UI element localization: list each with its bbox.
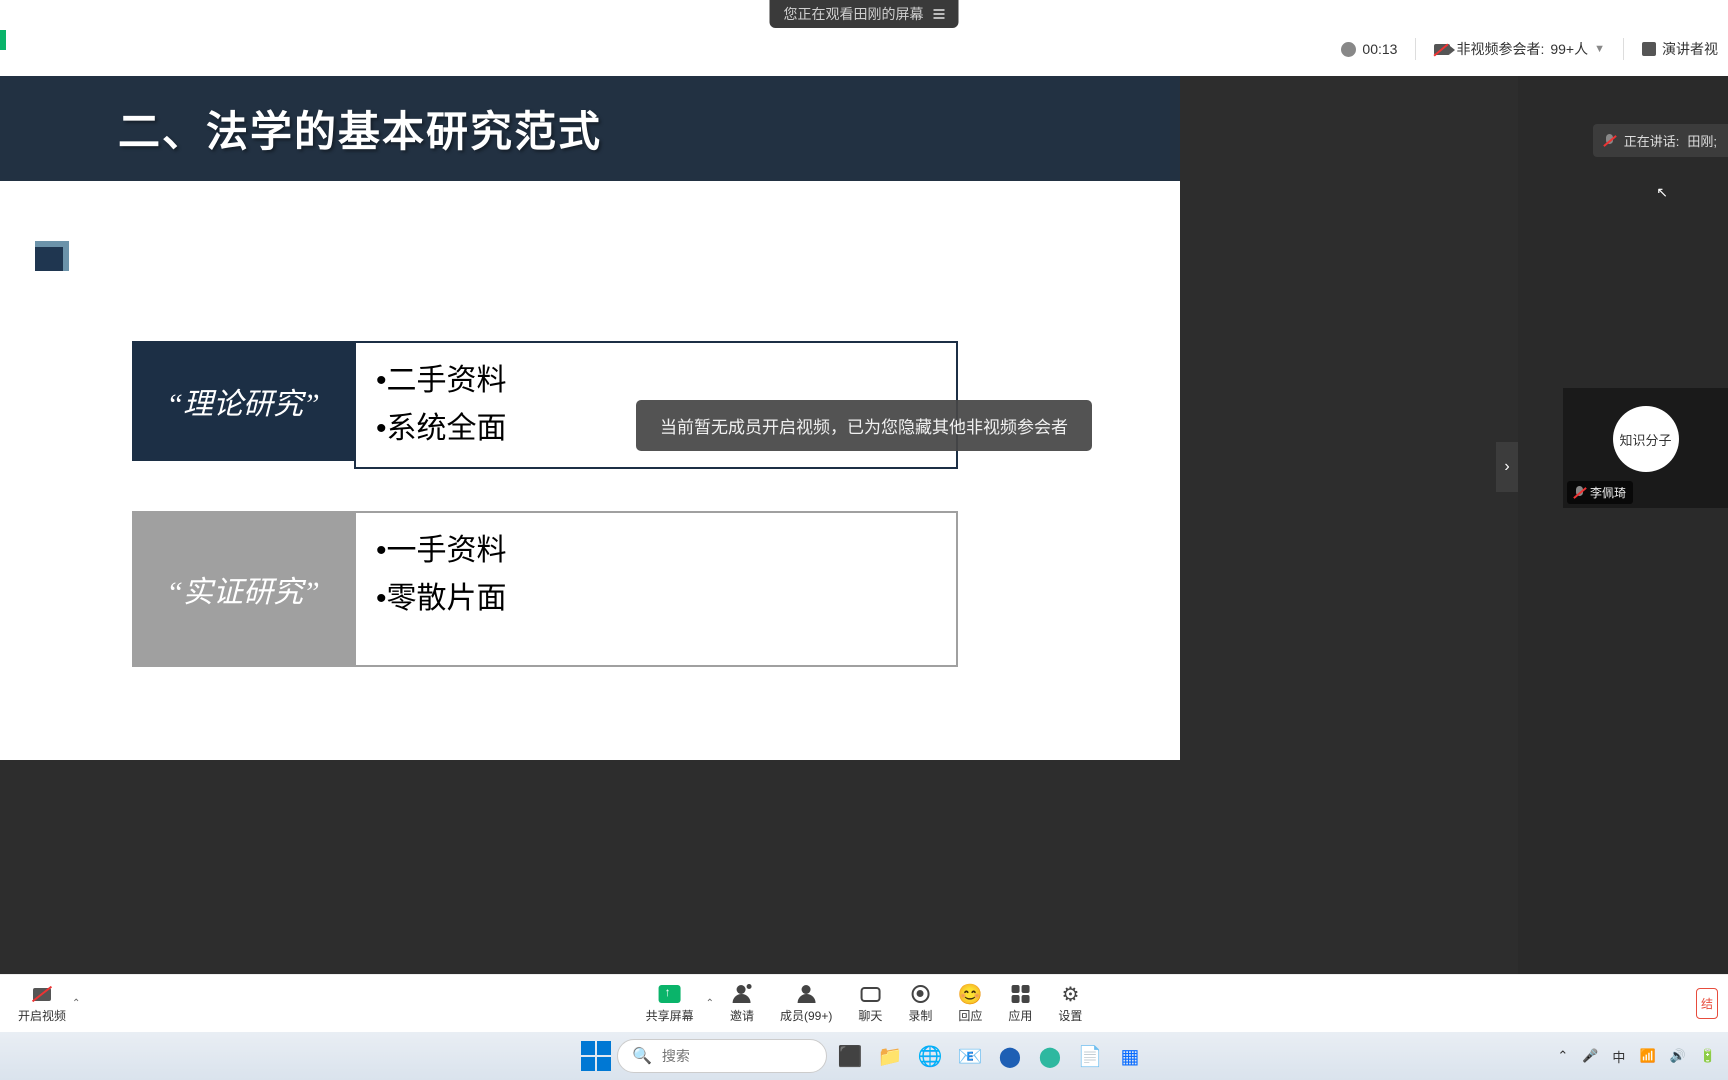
participants-count: 99+人 — [1550, 39, 1588, 59]
chat-button[interactable]: 聊天 — [848, 983, 892, 1024]
members-button[interactable]: 成员(99+) — [770, 983, 842, 1024]
tray-chevron[interactable]: ⌃ — [1557, 1048, 1568, 1064]
reactions-button[interactable]: 😊 回应 — [948, 983, 992, 1024]
meeting-controls: 开启视频 ⌃ 共享屏幕 ⌃ 邀请 成员(99+) 聊天 录制 — [0, 974, 1728, 1032]
meeting-timer: 00:13 — [1341, 41, 1397, 57]
avatar: 知识分子 — [1613, 406, 1679, 472]
system-tray: ⌃ 🎤 中 📶 🔊 🔋 — [1557, 1047, 1716, 1066]
meeting-info-bar: 00:13 非视频参会者: 99+人 ▼ 演讲者视 — [0, 22, 1728, 76]
word-button[interactable]: 📄 — [1073, 1039, 1107, 1073]
speaking-name: 田刚; — [1687, 131, 1717, 150]
bullet: •二手资料 — [376, 357, 936, 405]
battery-icon[interactable]: 🔋 — [1700, 1048, 1716, 1064]
search-icon: 🔍 — [632, 1046, 652, 1066]
invite-button[interactable]: 邀请 — [720, 983, 764, 1024]
meeting-app-button[interactable]: ▦ — [1113, 1039, 1147, 1073]
control-label: 回应 — [958, 1007, 982, 1024]
reactions-icon: 😊 — [958, 983, 982, 1005]
collapse-panel-button[interactable]: › — [1496, 442, 1518, 492]
wifi-icon[interactable]: 📶 — [1639, 1048, 1655, 1064]
separator — [1415, 38, 1416, 60]
participant-name: 李佩琦 — [1590, 484, 1626, 501]
layout-icon — [1642, 42, 1656, 56]
control-label: 开启视频 — [18, 1007, 66, 1024]
share-icon — [659, 985, 681, 1003]
view-mode-switch[interactable]: 演讲者视 — [1642, 39, 1718, 59]
share-notice-text: 您正在观看田刚的屏幕 — [784, 4, 924, 24]
video-options-chevron[interactable]: ⌃ — [72, 998, 80, 1009]
view-mode-label: 演讲者视 — [1662, 39, 1718, 59]
video-panel: 正在讲话: 田刚; ↖ › 知识分子 李佩琦 — [1518, 76, 1728, 974]
invite-icon — [733, 985, 751, 1003]
share-notice-menu-icon[interactable] — [934, 9, 945, 19]
apps-button[interactable]: 应用 — [998, 983, 1042, 1024]
shared-screen-area: 二、法学的基本研究范式 “理论研究” •二手资料 •系统全面 “实证研究” •一… — [0, 76, 1518, 974]
share-screen-button[interactable]: 共享屏幕 — [636, 983, 704, 1024]
record-button[interactable]: 录制 — [898, 983, 942, 1024]
taskbar-search[interactable]: 🔍 — [617, 1039, 827, 1073]
ime-indicator[interactable]: 中 — [1612, 1047, 1625, 1066]
mic-muted-icon — [1574, 486, 1586, 500]
camera-off-icon — [30, 983, 54, 1005]
apps-icon — [1011, 985, 1029, 1003]
share-options-chevron[interactable]: ⌃ — [706, 998, 714, 1009]
record-icon — [911, 985, 929, 1003]
browser2-button[interactable]: ⬤ — [993, 1039, 1027, 1073]
chevron-down-icon[interactable]: ▼ — [1594, 43, 1605, 55]
windows-taskbar: 🔍 ⬛ 📁 🌐 📧 ⬤ ⬤ 📄 ▦ ⌃ 🎤 中 📶 🔊 🔋 — [0, 1032, 1728, 1080]
clock-icon — [1341, 42, 1356, 57]
mail-button[interactable]: 📧 — [953, 1039, 987, 1073]
timer-text: 00:13 — [1362, 41, 1397, 57]
end-meeting-button[interactable]: 结 — [1696, 988, 1718, 1019]
speaking-prefix: 正在讲话: — [1624, 131, 1680, 150]
control-label: 录制 — [908, 1007, 932, 1024]
settings-button[interactable]: ⚙ 设置 — [1048, 983, 1092, 1024]
control-label: 设置 — [1058, 1007, 1082, 1024]
bullet: •零散片面 — [376, 575, 936, 623]
slide-decoration-square — [35, 241, 69, 271]
file-explorer-button[interactable]: 📁 — [873, 1039, 907, 1073]
paradigm-empirical-content: •一手资料 •零散片面 — [354, 511, 958, 667]
paradigm-theory-label: “理论研究” — [132, 341, 354, 461]
members-icon — [797, 985, 815, 1003]
chat-icon — [860, 987, 880, 1002]
video-hidden-toast: 当前暂无成员开启视频，已为您隐藏其他非视频参会者 — [636, 400, 1092, 451]
participant-tile[interactable]: 知识分子 李佩琦 — [1563, 388, 1728, 508]
gear-icon: ⚙ — [1058, 983, 1082, 1005]
participants-label: 非视频参会者: — [1456, 39, 1544, 59]
camera-off-icon — [1434, 44, 1450, 55]
paradigm-empirical-label: “实证研究” — [132, 511, 354, 667]
separator — [1623, 38, 1624, 60]
control-label: 邀请 — [730, 1007, 754, 1024]
control-label: 成员(99+) — [780, 1007, 832, 1024]
app-logo-strip — [0, 30, 6, 50]
speaking-indicator: 正在讲话: 田刚; — [1593, 124, 1728, 157]
screen-share-notice[interactable]: 您正在观看田刚的屏幕 — [770, 0, 959, 28]
paradigm-empirical: “实证研究” •一手资料 •零散片面 — [132, 511, 958, 667]
tray-mic-icon[interactable]: 🎤 — [1582, 1048, 1598, 1064]
slide-title: 二、法学的基本研究范式 — [0, 76, 1180, 181]
task-view-button[interactable]: ⬛ — [833, 1039, 867, 1073]
volume-icon[interactable]: 🔊 — [1670, 1048, 1686, 1064]
non-video-participants[interactable]: 非视频参会者: 99+人 ▼ — [1434, 39, 1605, 59]
control-label: 共享屏幕 — [646, 1007, 694, 1024]
mouse-cursor: ↖ — [1656, 184, 1668, 201]
control-label: 应用 — [1008, 1007, 1032, 1024]
participant-name-badge: 李佩琦 — [1567, 481, 1633, 504]
browser3-button[interactable]: ⬤ — [1033, 1039, 1067, 1073]
control-label: 聊天 — [858, 1007, 882, 1024]
edge-button[interactable]: 🌐 — [913, 1039, 947, 1073]
start-button[interactable] — [581, 1041, 611, 1071]
search-input[interactable] — [662, 1048, 843, 1064]
bullet: •一手资料 — [376, 527, 936, 575]
toggle-video-button[interactable]: 开启视频 — [8, 983, 76, 1024]
mic-muted-icon — [1604, 134, 1616, 148]
